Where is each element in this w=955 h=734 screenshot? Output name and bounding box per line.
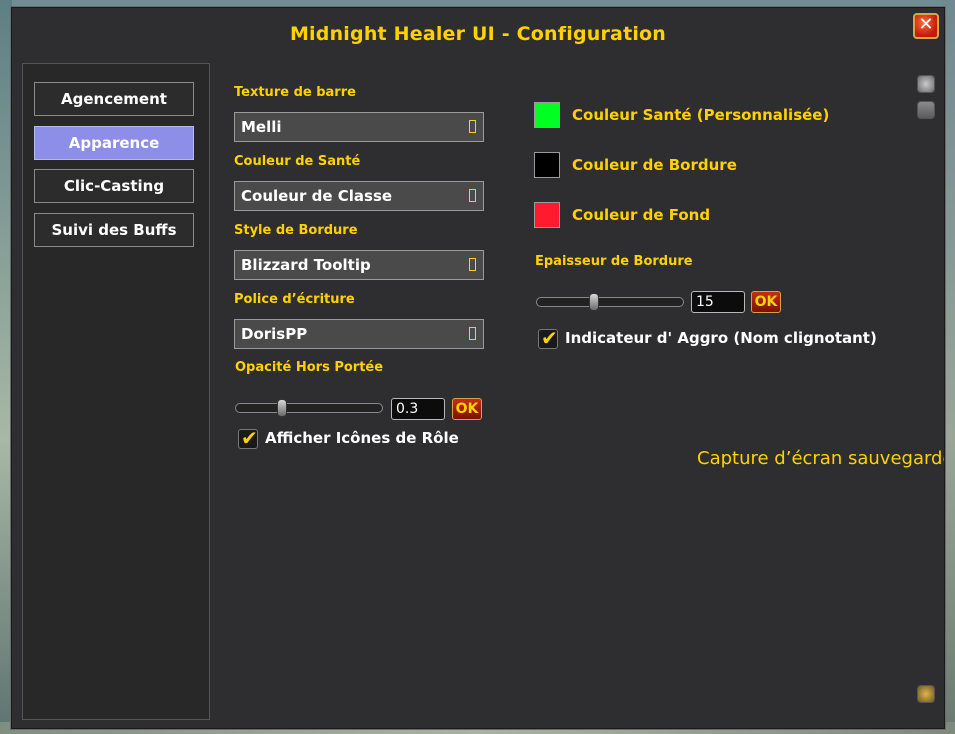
font-dropdown[interactable]: DorisPP: [234, 319, 484, 349]
tab-agencement[interactable]: Agencement: [34, 82, 194, 116]
border-color-swatch-label: Couleur de Bordure: [572, 156, 737, 174]
border-thickness-label: Epaisseur de Bordure: [535, 254, 693, 269]
role-icons-label: Afficher Icônes de Rôle: [265, 429, 459, 447]
health-color-swatch[interactable]: [534, 102, 560, 128]
health-color-label: Couleur de Santé: [234, 154, 361, 169]
tab-suivi-des-buffs[interactable]: Suivi des Buffs: [34, 213, 194, 247]
close-button[interactable]: ✕: [913, 13, 939, 39]
close-icon: ✕: [918, 14, 934, 35]
bar-texture-dropdown[interactable]: Melli: [234, 112, 484, 142]
aggro-label: Indicateur d' Aggro (Nom clignotant): [565, 329, 877, 347]
health-color-value: Couleur de Classe: [241, 187, 393, 205]
scroll-up-icon[interactable]: [917, 75, 935, 93]
opacity-value-input[interactable]: 0.3: [391, 398, 445, 420]
slider-thumb-icon[interactable]: [276, 399, 287, 417]
tab-clic-casting[interactable]: Clic-Casting: [34, 169, 194, 203]
border-style-dropdown[interactable]: Blizzard Tooltip: [234, 250, 484, 280]
background-color-swatch[interactable]: [534, 202, 560, 228]
border-color-swatch[interactable]: [534, 152, 560, 178]
scroll-down-icon[interactable]: [917, 685, 935, 703]
border-thickness-slider[interactable]: [536, 293, 684, 311]
font-label: Police d’écriture: [234, 292, 355, 307]
health-color-swatch-label: Couleur Santé (Personnalisée): [572, 106, 830, 124]
border-thickness-ok-button[interactable]: OK: [751, 291, 781, 313]
slider-thumb-icon[interactable]: [588, 293, 599, 311]
screenshot-saved-notification: Capture d’écran sauvegardée: [697, 448, 944, 469]
dropdown-arrow-icon: [469, 327, 476, 340]
border-style-label: Style de Bordure: [234, 223, 358, 238]
health-color-dropdown[interactable]: Couleur de Classe: [234, 181, 484, 211]
opacity-slider[interactable]: [235, 399, 383, 417]
opacity-label: Opacité Hors Portée: [235, 360, 384, 375]
background-color-swatch-label: Couleur de Fond: [572, 206, 711, 224]
border-style-value: Blizzard Tooltip: [241, 256, 371, 274]
aggro-checkbox[interactable]: ✔: [538, 326, 558, 350]
config-window: Midnight Healer UI - Configuration ✕ Age…: [10, 6, 946, 730]
dropdown-arrow-icon: [469, 189, 476, 202]
bar-texture-value: Melli: [241, 118, 282, 136]
window-title: Midnight Healer UI - Configuration: [289, 23, 667, 45]
dropdown-arrow-icon: [469, 258, 476, 271]
opacity-ok-button[interactable]: OK: [452, 398, 482, 420]
checkmark-icon: ✔: [241, 426, 258, 450]
bar-texture-label: Texture de barre: [234, 85, 356, 100]
role-icons-checkbox[interactable]: ✔: [238, 426, 258, 450]
checkmark-icon: ✔: [541, 326, 558, 350]
dropdown-arrow-icon: [469, 120, 476, 133]
tab-apparence[interactable]: Apparence: [34, 126, 194, 160]
scroll-thumb-icon[interactable]: [917, 101, 935, 119]
font-value: DorisPP: [241, 325, 308, 343]
border-thickness-value-input[interactable]: 15: [691, 291, 745, 313]
sidebar: Agencement Apparence Clic-Casting Suivi …: [22, 63, 210, 720]
